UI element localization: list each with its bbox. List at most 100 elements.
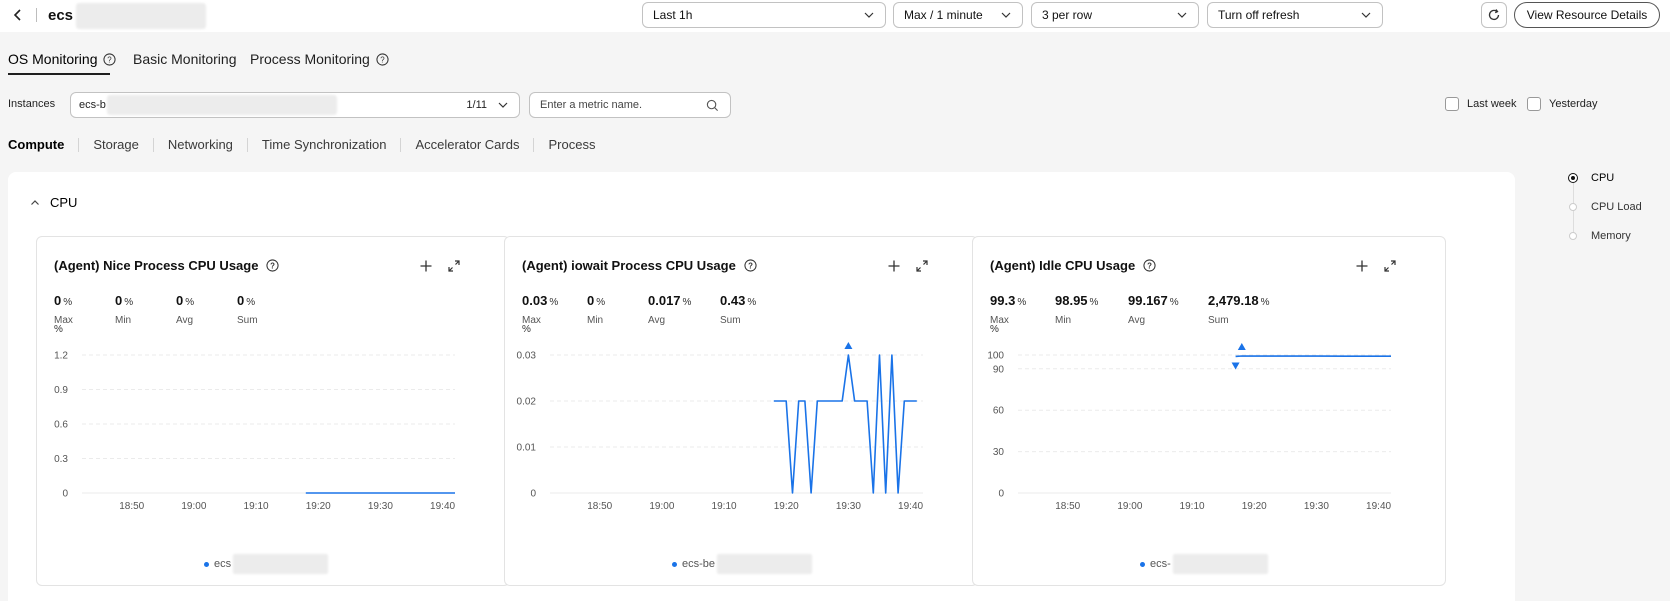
legend-dot: [1140, 561, 1145, 567]
anchor-dot: [1569, 174, 1577, 182]
legend-label: ecs-: [1150, 558, 1171, 570]
last-week-checkbox[interactable]: Last week: [1445, 97, 1517, 111]
chart-legend[interactable]: ecs-: [1140, 554, 1268, 574]
x-tick-label: 19:40: [898, 501, 923, 512]
svg-text:?: ?: [380, 55, 385, 64]
legend-label: ecs: [214, 558, 232, 570]
y-tick-label: 30: [993, 447, 1005, 458]
tab-basic-monitoring[interactable]: Basic Monitoring: [133, 51, 237, 67]
y-tick-label: 0: [998, 489, 1004, 500]
search-icon[interactable]: [706, 99, 719, 112]
time-range-value: Last 1h: [653, 8, 693, 22]
back-arrow-icon[interactable]: [10, 7, 26, 23]
tab-time-synchronization[interactable]: Time Synchronization: [246, 138, 401, 152]
view-resource-details-button[interactable]: View Resource Details: [1514, 2, 1660, 28]
y-tick-label: 1.2: [54, 351, 68, 362]
anchor-label: CPU Load: [1591, 201, 1642, 213]
x-tick-label: 19:20: [1242, 501, 1267, 512]
checkbox-label: Last week: [1467, 98, 1517, 110]
redacted-instance-block: [107, 95, 337, 115]
x-tick-label: 19:30: [1304, 501, 1329, 512]
redacted-legend-block: [233, 554, 329, 574]
x-tick-label: 18:50: [1055, 501, 1080, 512]
refresh-value: Turn off refresh: [1218, 8, 1300, 22]
page-title: ecs: [48, 7, 74, 24]
x-tick-label: 19:40: [430, 501, 455, 512]
yesterday-checkbox[interactable]: Yesterday: [1527, 97, 1598, 111]
help-icon[interactable]: ?: [376, 52, 389, 66]
redacted-legend-block: [717, 554, 813, 574]
chart-legend[interactable]: ecs: [204, 554, 329, 574]
y-tick-label: 0.02: [517, 397, 537, 408]
x-tick-label: 19:00: [649, 501, 674, 512]
y-tick-label: 60: [993, 406, 1005, 417]
time-range-select[interactable]: Last 1h: [642, 2, 886, 28]
refresh-icon: [1488, 9, 1500, 21]
checkbox-box[interactable]: [1445, 97, 1459, 111]
anchor-label: CPU: [1591, 172, 1615, 184]
y-tick-label: 0.03: [517, 351, 537, 362]
header-divider: [36, 8, 37, 22]
metric-card-idle-cpu: (Agent) Idle CPU Usage ? 99.3% Max 98.95…: [972, 236, 1446, 586]
redacted-title-block: [76, 3, 206, 29]
section-title: CPU: [50, 195, 78, 210]
tab-storage[interactable]: Storage: [78, 138, 153, 152]
series-line: [773, 354, 917, 494]
refresh-select[interactable]: Turn off refresh: [1207, 2, 1383, 28]
x-tick-label: 19:20: [306, 501, 331, 512]
tab-compute[interactable]: Compute: [8, 138, 78, 152]
layout-select[interactable]: 3 per row: [1031, 2, 1199, 28]
anchor-item-memory[interactable]: Memory: [1569, 230, 1631, 242]
y-tick-label: 0: [530, 489, 536, 500]
anchor-dot: [1569, 232, 1577, 240]
y-axis-label: %: [990, 324, 999, 335]
x-tick-label: 19:10: [712, 501, 737, 512]
layout-value: 3 per row: [1042, 8, 1093, 22]
help-icon[interactable]: ?: [103, 52, 117, 66]
anchor-nav: CPU CPU Load Memory: [1569, 172, 1669, 252]
tab-networking[interactable]: Networking: [152, 138, 247, 152]
tab-os-monitoring[interactable]: OS Monitoring ?: [8, 51, 117, 67]
chevron-down-icon: [1361, 12, 1371, 18]
metric-search-input[interactable]: [529, 92, 731, 118]
legend-dot: [204, 561, 209, 567]
anchor-dot: [1569, 203, 1577, 211]
anchor-label: Memory: [1591, 230, 1631, 242]
max-marker: [844, 342, 853, 349]
instance-value: ecs-b: [79, 99, 106, 111]
anchor-item-cpu[interactable]: CPU: [1569, 172, 1614, 184]
instance-count: 1/11: [466, 99, 487, 111]
tab-process-monitoring[interactable]: Process Monitoring ?: [250, 51, 389, 67]
svg-text:?: ?: [108, 55, 113, 64]
checkbox-box[interactable]: [1527, 97, 1541, 111]
line-chart: % 0 30 60 90 100 18:50 19:00 19:10 19:20 19:30 19:4…: [987, 324, 1391, 512]
chevron-up-icon: [31, 199, 39, 205]
x-tick-label: 19:10: [1180, 501, 1205, 512]
y-tick-label: 100: [987, 351, 1004, 362]
instances-label: Instances: [8, 98, 56, 110]
x-tick-label: 19:00: [1117, 501, 1142, 512]
y-tick-label: 0.3: [54, 454, 68, 465]
line-chart: % 0 0.3 0.6 0.9 1.2 18:50 19:00 19:10 19:20 19:30 1…: [54, 324, 456, 512]
y-tick-label: 0.01: [517, 443, 537, 454]
metric-card-nice-cpu: (Agent) Nice Process CPU Usage ? 0% Max …: [36, 236, 510, 586]
tab-accelerator-cards[interactable]: Accelerator Cards: [400, 138, 533, 152]
redacted-legend-block: [1172, 554, 1268, 574]
active-tab-indicator: [8, 73, 110, 75]
cpu-section-toggle[interactable]: CPU: [30, 195, 77, 210]
aggregation-select[interactable]: Max / 1 minute: [893, 2, 1023, 28]
x-tick-label: 19:00: [181, 501, 206, 512]
x-tick-label: 18:50: [119, 501, 144, 512]
legend-label: ecs-be: [682, 558, 716, 570]
y-tick-label: 0: [62, 489, 68, 500]
refresh-button[interactable]: [1481, 2, 1507, 28]
checkbox-label: Yesterday: [1549, 98, 1598, 110]
chart-legend[interactable]: ecs-be: [672, 554, 813, 574]
anchor-item-cpu-load[interactable]: CPU Load: [1569, 201, 1642, 213]
tab-process[interactable]: Process: [533, 138, 609, 152]
x-tick-label: 19:40: [1366, 501, 1391, 512]
x-tick-label: 18:50: [587, 501, 612, 512]
instances-select[interactable]: ecs-b 1/11: [70, 92, 520, 118]
legend-dot: [672, 561, 677, 567]
category-tabs: Compute Storage Networking Time Synchron…: [8, 138, 609, 152]
